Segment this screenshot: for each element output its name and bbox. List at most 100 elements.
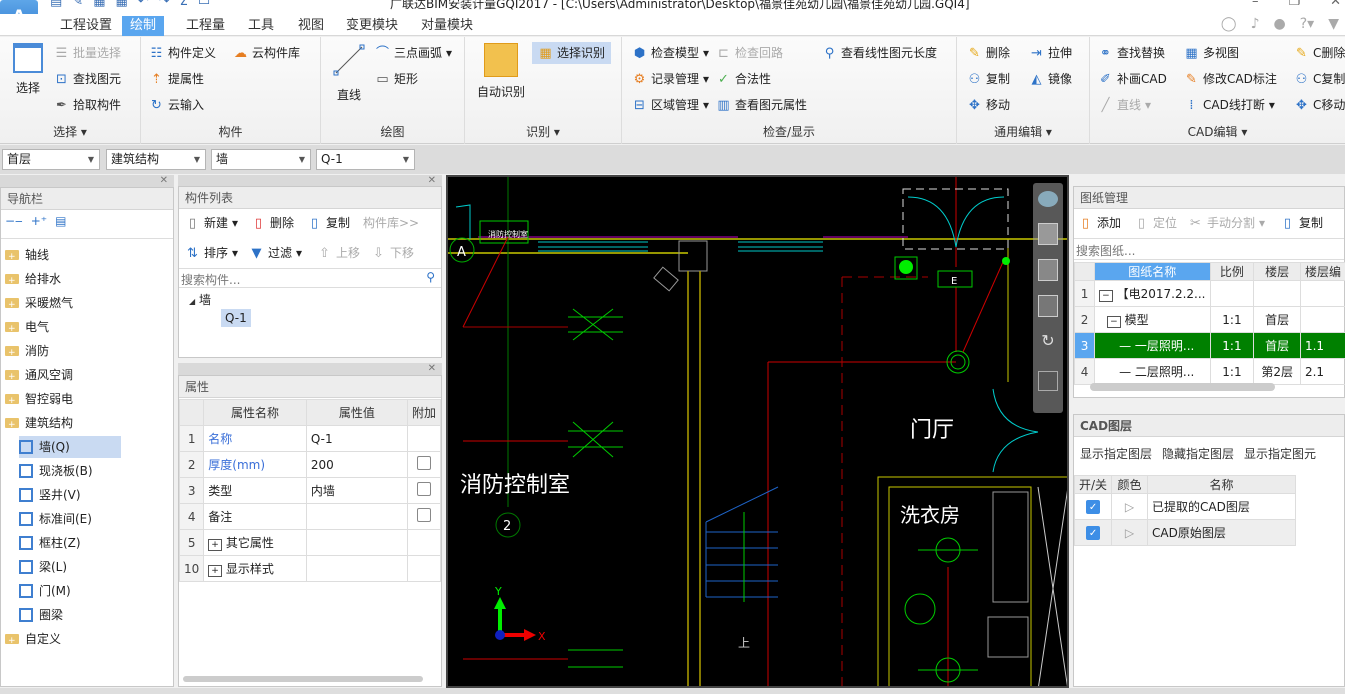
component-select[interactable]: Q-1 ▼ xyxy=(316,149,415,170)
line-button[interactable]: 直线 xyxy=(331,43,367,103)
group-label-cad[interactable]: CAD编辑 ▾ xyxy=(1090,123,1345,140)
nav-category[interactable]: 给排水 xyxy=(5,268,61,292)
property-value[interactable] xyxy=(305,529,408,556)
area-manage-button[interactable]: ⊟ 区域管理 ▾ xyxy=(632,95,709,115)
nav-category[interactable]: 智控弱电 xyxy=(5,388,73,412)
cad-canvas[interactable]: A 2 消防控制室 E 上 消防控制室 门厅 洗衣房 Y X ↻ xyxy=(446,175,1069,688)
props-close-button[interactable]: ✕ xyxy=(178,363,442,375)
mirror-button[interactable]: ◭ 镜像 xyxy=(1029,69,1073,89)
col-floor-code[interactable]: 楼层编 xyxy=(1299,262,1345,281)
nav-sub-item[interactable]: 墙(Q) xyxy=(19,436,121,458)
snap-settings-icon[interactable] xyxy=(1038,371,1058,391)
tab-draw[interactable]: 绘制 xyxy=(122,16,165,36)
nav-sub-item[interactable]: 梁(L) xyxy=(19,556,67,578)
property-value[interactable]: Q-1 xyxy=(305,425,408,452)
tab-project-settings[interactable]: 工程设置 xyxy=(52,16,120,36)
collapse-all-icon[interactable]: −‒ xyxy=(5,214,23,228)
expand-all-icon[interactable]: +⁺ xyxy=(31,214,47,228)
props-scrollbar[interactable] xyxy=(183,676,423,682)
layer-color[interactable]: ▷ xyxy=(1111,519,1149,546)
nav-sub-item[interactable]: 竖井(V) xyxy=(19,484,81,506)
shirt-icon[interactable]: ▼ xyxy=(1328,16,1339,32)
cloud-library-button[interactable]: ☁ 云构件库 xyxy=(233,43,300,63)
orbit-icon[interactable] xyxy=(1038,191,1058,207)
col-floor[interactable]: 楼层 xyxy=(1253,262,1301,281)
copy-button[interactable]: ⚇ 复制 xyxy=(967,69,1010,89)
property-row[interactable]: 1 名称 Q-1 xyxy=(178,425,442,452)
drawing-row[interactable]: 3— 一层照明... 1:1 首层 1.1 xyxy=(1073,332,1345,359)
filter-button[interactable]: ▼ 过滤 ▾ xyxy=(249,243,303,263)
expand-icon[interactable]: + xyxy=(208,539,222,551)
select-button[interactable]: 选择 xyxy=(8,43,48,96)
component-search-input[interactable]: 搜索构件... xyxy=(181,271,240,288)
layer-checkbox[interactable]: ✓ xyxy=(1086,526,1101,540)
add-drawing-button[interactable]: ▯ 添加 xyxy=(1078,213,1121,233)
property-row[interactable]: 10 + 显示样式 xyxy=(178,555,442,582)
move-down-button[interactable]: ⇩ 下移 xyxy=(371,243,414,263)
validity-button[interactable]: ✓ 合法性 xyxy=(716,69,771,89)
group-label-select[interactable]: 选择 ▾ xyxy=(0,123,140,140)
component-search[interactable]: 搜索构件... ⚲ xyxy=(179,268,441,288)
cad-drawing[interactable]: A 2 消防控制室 E 上 消防控制室 门厅 洗衣房 Y X xyxy=(448,177,1069,688)
nav-close-button[interactable]: ✕ xyxy=(0,175,174,187)
group-label-edit[interactable]: 通用编辑 ▾ xyxy=(957,123,1089,140)
redraw-cad-button[interactable]: ✐ 补画CAD xyxy=(1098,69,1167,89)
nav-sub-item[interactable]: 框柱(Z) xyxy=(19,532,81,554)
view-front-icon[interactable] xyxy=(1038,295,1058,317)
collapse-icon[interactable]: − xyxy=(1107,316,1121,328)
hide-layer-button[interactable]: 隐藏指定图层 xyxy=(1162,445,1234,462)
property-value[interactable] xyxy=(305,503,408,530)
tab-view[interactable]: 视图 xyxy=(290,16,332,36)
nav-category[interactable]: 建筑结构 xyxy=(5,412,73,436)
nav-category[interactable]: 轴线 xyxy=(5,244,49,268)
layer-row[interactable]: ✓ ▷ CAD原始图层 xyxy=(1073,519,1296,546)
gql-icon[interactable]: ▦ xyxy=(93,0,105,10)
show-layer-button[interactable]: 显示指定图层 xyxy=(1080,445,1152,462)
new-button[interactable]: ▯ 新建 ▾ xyxy=(185,213,238,233)
cloud-input-button[interactable]: ↻ 云输入 xyxy=(149,95,204,115)
property-row[interactable]: 2 厚度(mm) 200 xyxy=(178,451,442,478)
multi-view-button[interactable]: ▦ 多视图 xyxy=(1184,43,1239,63)
drawing-search-input[interactable]: 搜索图纸... xyxy=(1074,238,1344,260)
batch-select-button[interactable]: ☰ 批量选择 xyxy=(54,43,121,63)
restore-button[interactable]: ❐ xyxy=(1288,0,1300,9)
auto-recognize-button[interactable]: 自动识别 xyxy=(475,43,527,100)
search-icon[interactable]: ⚲ xyxy=(426,270,435,284)
record-manage-button[interactable]: ⚙ 记录管理 ▾ xyxy=(632,69,709,89)
tab-compare-module[interactable]: 对量模块 xyxy=(413,16,481,36)
nav-category[interactable]: 消防 xyxy=(5,340,49,364)
extra-checkbox[interactable] xyxy=(416,508,431,522)
move-up-button[interactable]: ⇧ 上移 xyxy=(317,243,360,263)
tab-tools[interactable]: 工具 xyxy=(240,16,282,36)
nav-category[interactable]: 采暖燃气 xyxy=(5,292,73,316)
delete-button[interactable]: ✎ 删除 xyxy=(967,43,1010,63)
help-icon[interactable]: ?▾ xyxy=(1300,16,1314,32)
expand-icon[interactable]: + xyxy=(208,565,222,577)
nav-sub-item[interactable]: 圈梁 xyxy=(19,604,63,626)
layer-checkbox[interactable]: ✓ xyxy=(1086,500,1101,514)
nav-sub-item[interactable]: 标准间(E) xyxy=(19,508,92,530)
nav-category[interactable]: 通风空调 xyxy=(5,364,73,388)
discipline-select[interactable]: 建筑结构 ▼ xyxy=(106,149,206,170)
layer-row[interactable]: ✓ ▷ 已提取的CAD图层 xyxy=(1073,493,1296,520)
modify-cad-annotation-button[interactable]: ✎ 修改CAD标注 xyxy=(1184,69,1277,89)
delete-component-button[interactable]: ▯ 删除 xyxy=(251,213,294,233)
property-value[interactable]: 200 xyxy=(305,451,408,478)
tree-node-wall[interactable]: ◢ 墙 xyxy=(189,291,211,308)
property-value[interactable] xyxy=(305,555,408,582)
group-label-recognize[interactable]: 识别 ▾ xyxy=(465,123,621,140)
nav-settings-icon[interactable]: ▤ xyxy=(55,214,66,228)
redo-icon[interactable]: ↷ xyxy=(159,0,170,10)
view-top-icon[interactable] xyxy=(1038,259,1058,281)
sum-icon[interactable]: Σ xyxy=(180,0,188,10)
c-delete-button[interactable]: ✎ C删除 xyxy=(1294,43,1345,63)
open-file-icon[interactable]: ✎ xyxy=(72,0,83,10)
c-copy-button[interactable]: ⚇ C复制 xyxy=(1294,69,1345,89)
floor-select[interactable]: 首层 ▼ xyxy=(2,149,100,170)
c-move-button[interactable]: ✥ C移动 xyxy=(1294,95,1345,115)
locate-button[interactable]: ▯ 定位 xyxy=(1134,213,1177,233)
layer-color[interactable]: ▷ xyxy=(1111,493,1149,520)
property-row[interactable]: 3 类型 内墙 xyxy=(178,477,442,504)
bim-icon[interactable]: ▦ xyxy=(116,0,128,10)
check-loop-button[interactable]: ⊏ 检查回路 xyxy=(716,43,783,63)
